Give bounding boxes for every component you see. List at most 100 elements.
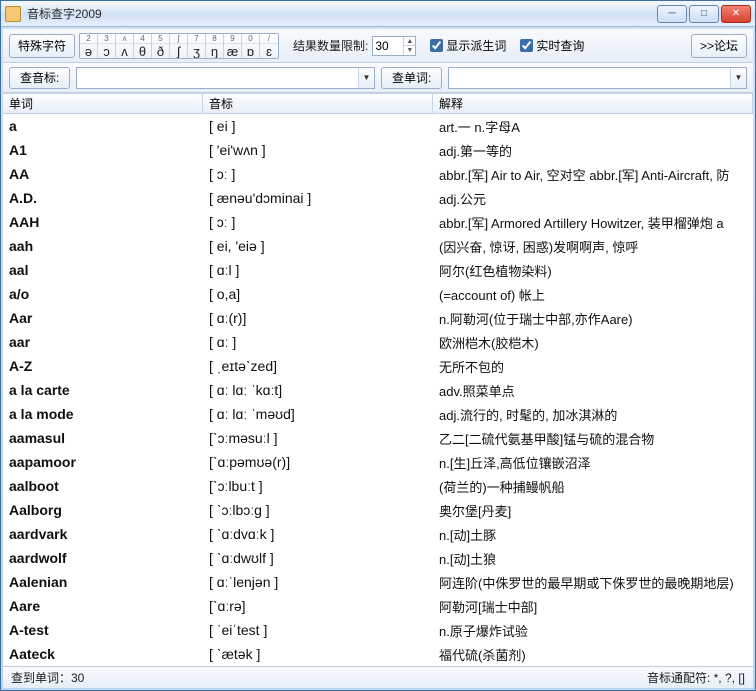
result-limit-label: 结果数量限制: [293, 37, 368, 54]
result-limit-spinner[interactable]: ▲ ▼ [403, 37, 415, 55]
result-limit-field[interactable]: ▲ ▼ [372, 36, 416, 56]
search-ipa-input[interactable] [77, 68, 358, 88]
search-word-input[interactable] [449, 68, 730, 88]
cell-word: Aar [3, 306, 203, 330]
cell-ipa: [ ɑː(r)] [203, 306, 433, 330]
table-row[interactable]: a la carte[ ɑː lɑː ˈkɑːt]adv.照菜单点 [3, 378, 753, 402]
live-query-checkbox[interactable]: 实时查询 [520, 37, 584, 54]
table-row[interactable]: aal[ ɑːl ]阿尔(红色植物染料) [3, 258, 753, 282]
cell-ipa: [ ˋætək ] [203, 642, 433, 666]
show-derived-input[interactable] [430, 39, 443, 52]
maximize-button[interactable]: □ [689, 5, 719, 23]
cell-def: adv.照菜单点 [433, 378, 753, 402]
column-header-ipa[interactable]: 音标 [203, 94, 433, 113]
table-row[interactable]: Aateck[ ˋætək ]福代硫(杀菌剂) [3, 642, 753, 666]
search-word-dropdown-icon[interactable]: ▼ [730, 68, 746, 88]
cell-def: art.一 n.字母A [433, 114, 753, 138]
ipa-cell-symbol: ʌ [116, 44, 133, 59]
client-area: 特殊字符 2ə3ɔʌʌ4θ5ðʃʃ7ʒ8ŋ9æ0ɒ/ɛ 结果数量限制: ▲ ▼ … [1, 27, 755, 690]
ipa-cell-num: 4 [134, 34, 151, 44]
ipa-cell-symbol: ŋ [206, 44, 223, 59]
cell-def: (=account of) 帐上 [433, 282, 753, 306]
table-row[interactable]: a/o[ o,a](=account of) 帐上 [3, 282, 753, 306]
cell-def: abbr.[军] Armored Artillery Howitzer, 装甲榴… [433, 210, 753, 234]
search-ipa-combo[interactable]: ▼ [76, 67, 375, 89]
table-row[interactable]: A-test[ ˈeiˈtest ]n.原子爆炸试验 [3, 618, 753, 642]
show-derived-checkbox[interactable]: 显示派生词 [430, 37, 506, 54]
ipa-cell-ʒ[interactable]: 7ʒ [188, 34, 206, 58]
cell-word: A.D. [3, 186, 203, 210]
table-row[interactable]: aar[ ɑː ]欧洲桤木(胶桤木) [3, 330, 753, 354]
ipa-cell-ŋ[interactable]: 8ŋ [206, 34, 224, 58]
live-query-input[interactable] [520, 39, 533, 52]
spinner-down-icon[interactable]: ▼ [403, 46, 415, 55]
table-row[interactable]: aalboot[ˋɔːlbuːt ](荷兰的)一种捕鳗帆船 [3, 474, 753, 498]
ipa-cell-æ[interactable]: 9æ [224, 34, 242, 58]
cell-def: abbr.[军] Air to Air, 空对空 abbr.[军] Anti-A… [433, 162, 753, 186]
grid-header: 单词 音标 解释 [3, 94, 753, 114]
cell-word: a la carte [3, 378, 203, 402]
ipa-cell-ʌ[interactable]: ʌʌ [116, 34, 134, 58]
app-window: 音标查字2009 ─ □ ✕ 特殊字符 2ə3ɔʌʌ4θ5ðʃʃ7ʒ8ŋ9æ0ɒ… [0, 0, 756, 691]
cell-def: 阿连阶(中侏罗世的最早期或下侏罗世的最晚期地层) [433, 570, 753, 594]
table-row[interactable]: aah[ ei, 'eiə ](因兴奋, 惊讶, 困惑)发啊啊声, 惊呼 [3, 234, 753, 258]
cell-ipa: [ˋɔːməsuːl ] [203, 426, 433, 450]
cell-def: adj.第一等的 [433, 138, 753, 162]
cell-word: A1 [3, 138, 203, 162]
ipa-cell-ɒ[interactable]: 0ɒ [242, 34, 260, 58]
result-limit-input[interactable] [373, 39, 403, 53]
ipa-cell-ɛ[interactable]: /ɛ [260, 34, 278, 58]
ipa-cell-ð[interactable]: 5ð [152, 34, 170, 58]
special-chars-button[interactable]: 特殊字符 [9, 34, 75, 58]
table-row[interactable]: a[ ei ]art.一 n.字母A [3, 114, 753, 138]
search-ipa-button[interactable]: 查音标: [9, 67, 70, 89]
ipa-cell-ʃ[interactable]: ʃʃ [170, 34, 188, 58]
cell-def: n.[动]土狼 [433, 546, 753, 570]
grid-body[interactable]: a[ ei ]art.一 n.字母AA1[ 'ei'wʌn ]adj.第一等的A… [3, 114, 753, 666]
table-row[interactable]: Aar[ ɑː(r)]n.阿勒河(位于瑞士中部,亦作Aare) [3, 306, 753, 330]
table-row[interactable]: aapamoor[ˋɑːpəmʊə(r)]n.[生]丘泽,高低位镶嵌沼泽 [3, 450, 753, 474]
table-row[interactable]: A1[ 'ei'wʌn ]adj.第一等的 [3, 138, 753, 162]
table-row[interactable]: a la mode[ ɑː lɑː ˈməʊd]adj.流行的, 时髦的, 加冰… [3, 402, 753, 426]
cell-word: A-Z [3, 354, 203, 378]
cell-ipa: [ ɔː ] [203, 162, 433, 186]
search-word-combo[interactable]: ▼ [448, 67, 747, 89]
ipa-symbol-strip: 2ə3ɔʌʌ4θ5ðʃʃ7ʒ8ŋ9æ0ɒ/ɛ [79, 33, 279, 59]
table-row[interactable]: A.D.[ ænəu'dɔminai ]adj.公元 [3, 186, 753, 210]
results-grid: 单词 音标 解释 a[ ei ]art.一 n.字母AA1[ 'ei'wʌn ]… [3, 93, 753, 666]
search-word-button[interactable]: 查单词: [381, 67, 442, 89]
ipa-cell-ɔ[interactable]: 3ɔ [98, 34, 116, 58]
column-header-word[interactable]: 单词 [3, 94, 203, 113]
table-row[interactable]: AAH[ ɔː ]abbr.[军] Armored Artillery Howi… [3, 210, 753, 234]
table-row[interactable]: Aalborg[ ˋɔːlbɔːɡ ]奥尔堡[丹麦] [3, 498, 753, 522]
cell-def: 欧洲桤木(胶桤木) [433, 330, 753, 354]
ipa-cell-num: 3 [98, 34, 115, 44]
ipa-cell-num: 0 [242, 34, 259, 44]
table-row[interactable]: aardwolf[ ˋɑːdwʊlf ]n.[动]土狼 [3, 546, 753, 570]
close-button[interactable]: ✕ [721, 5, 751, 23]
cell-ipa: [ ˈeiˈtest ] [203, 618, 433, 642]
search-ipa-dropdown-icon[interactable]: ▼ [358, 68, 374, 88]
ipa-cell-symbol: ɔ [98, 44, 115, 59]
cell-ipa: [ ɑːl ] [203, 258, 433, 282]
cell-word: a la mode [3, 402, 203, 426]
ipa-cell-θ[interactable]: 4θ [134, 34, 152, 58]
table-row[interactable]: aardvark[ ˋɑːdvɑːk ]n.[动]土豚 [3, 522, 753, 546]
cell-ipa: [ ænəu'dɔminai ] [203, 186, 433, 210]
table-row[interactable]: Aare[ˋɑːrə]阿勒河[瑞士中部] [3, 594, 753, 618]
cell-ipa: [ ɑː ] [203, 330, 433, 354]
cell-def: adj.流行的, 时髦的, 加冰淇淋的 [433, 402, 753, 426]
spinner-up-icon[interactable]: ▲ [403, 37, 415, 46]
column-header-def[interactable]: 解释 [433, 94, 753, 113]
ipa-cell-ə[interactable]: 2ə [80, 34, 98, 58]
table-row[interactable]: AA[ ɔː ]abbr.[军] Air to Air, 空对空 abbr.[军… [3, 162, 753, 186]
ipa-cell-symbol: θ [134, 44, 151, 59]
ipa-cell-symbol: ʃ [170, 44, 187, 59]
ipa-cell-num: 5 [152, 34, 169, 44]
table-row[interactable]: Aalenian[ ɑːˈlenjən ]阿连阶(中侏罗世的最早期或下侏罗世的最… [3, 570, 753, 594]
table-row[interactable]: A-Z[ ˌeɪtəˋzed]无所不包的 [3, 354, 753, 378]
forum-button[interactable]: >>论坛 [691, 34, 747, 58]
table-row[interactable]: aamasul[ˋɔːməsuːl ]乙二[二硫代氨基甲酸]锰与硫的混合物 [3, 426, 753, 450]
ipa-cell-symbol: ɒ [242, 44, 259, 59]
minimize-button[interactable]: ─ [657, 5, 687, 23]
